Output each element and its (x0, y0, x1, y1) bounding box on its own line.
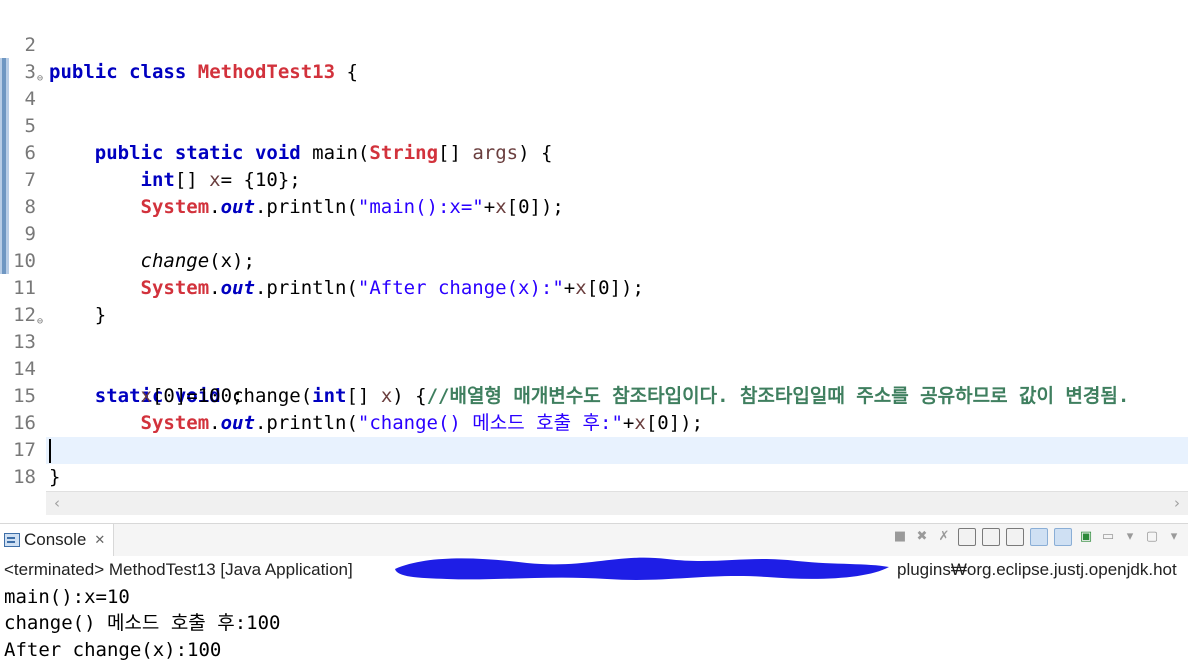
clear-console-icon[interactable] (958, 528, 976, 546)
show-on-stderr-icon[interactable] (1054, 528, 1072, 546)
console-output[interactable]: main():x=10 change() 메소드 호출 후:100 After … (0, 584, 1188, 667)
code-editor[interactable]: 2 public class MethodTest13 { 3 4 ⊖ publ… (0, 0, 1188, 516)
code-line[interactable]: 11 } (0, 248, 1188, 326)
scroll-left-icon[interactable]: ‹ (54, 494, 60, 512)
code-line[interactable]: 18 (0, 437, 1188, 488)
console-output-line: main():x=10 (4, 586, 130, 608)
code-line[interactable]: 16 } (0, 383, 1188, 461)
code-line[interactable]: 3 (0, 32, 1188, 83)
scroll-lock-icon[interactable] (982, 528, 1000, 546)
remove-launch-icon[interactable]: ✖ (914, 529, 930, 545)
code-line[interactable]: 12 (0, 275, 1188, 326)
open-console-icon[interactable]: ▢ (1144, 529, 1160, 545)
console-icon (4, 533, 20, 547)
tab-console[interactable]: Console ✕ (0, 524, 115, 556)
code-line[interactable]: 5 (0, 86, 1188, 137)
code-line[interactable]: 9 change(x); (0, 194, 1188, 272)
display-selected-console-icon[interactable]: ▭ (1100, 529, 1116, 545)
horizontal-scrollbar[interactable]: ‹ › (46, 491, 1188, 515)
scroll-right-icon[interactable]: › (1174, 494, 1180, 512)
console-toolbar: ■ ✖ ✗ ▣ ▭ ▾ ▢ ▾ (892, 528, 1182, 546)
code-line[interactable]: 17 } (0, 410, 1188, 488)
word-wrap-icon[interactable] (1006, 528, 1024, 546)
remove-all-icon[interactable]: ✗ (936, 529, 952, 545)
tab-console-label: Console (24, 530, 87, 549)
code-line[interactable]: 4 ⊖ public static void main(String[] arg… (0, 59, 1188, 164)
close-icon[interactable]: ✕ (94, 532, 105, 548)
code-line[interactable]: 13 ⊖ static void change(int[] x) {//배열형 … (0, 302, 1188, 407)
terminate-icon[interactable]: ■ (892, 529, 908, 545)
text-caret (49, 439, 51, 463)
dropdown-icon[interactable]: ▾ (1122, 529, 1138, 545)
jdk-path: plugins₩org.eclipse.justj.openjdk.hot (897, 560, 1177, 579)
code-line[interactable]: 10 System.out.println("After change(x):"… (0, 221, 1188, 299)
console-output-line: After change(x):100 (4, 639, 222, 661)
pin-console-icon[interactable]: ▣ (1078, 529, 1094, 545)
code-line[interactable]: 14 x[0]=100; (0, 329, 1188, 407)
code-line[interactable]: 6 int[] x= {10}; (0, 113, 1188, 191)
redaction-scribble (395, 557, 889, 580)
code-line[interactable]: 15 System.out.println("change() 메소드 호출 후… (0, 356, 1188, 434)
launch-status: <terminated> MethodTest13 [Java Applicat… (4, 560, 353, 579)
code-line[interactable]: 7 System.out.println("main():x="+x[0]); (0, 140, 1188, 218)
console-output-line: change() 메소드 호출 후:100 (4, 612, 281, 634)
code-line[interactable]: 2 public class MethodTest13 { (0, 5, 1188, 83)
code-line[interactable]: 8 (0, 167, 1188, 218)
show-on-stdout-icon[interactable] (1030, 528, 1048, 546)
dropdown-icon[interactable]: ▾ (1166, 529, 1182, 545)
